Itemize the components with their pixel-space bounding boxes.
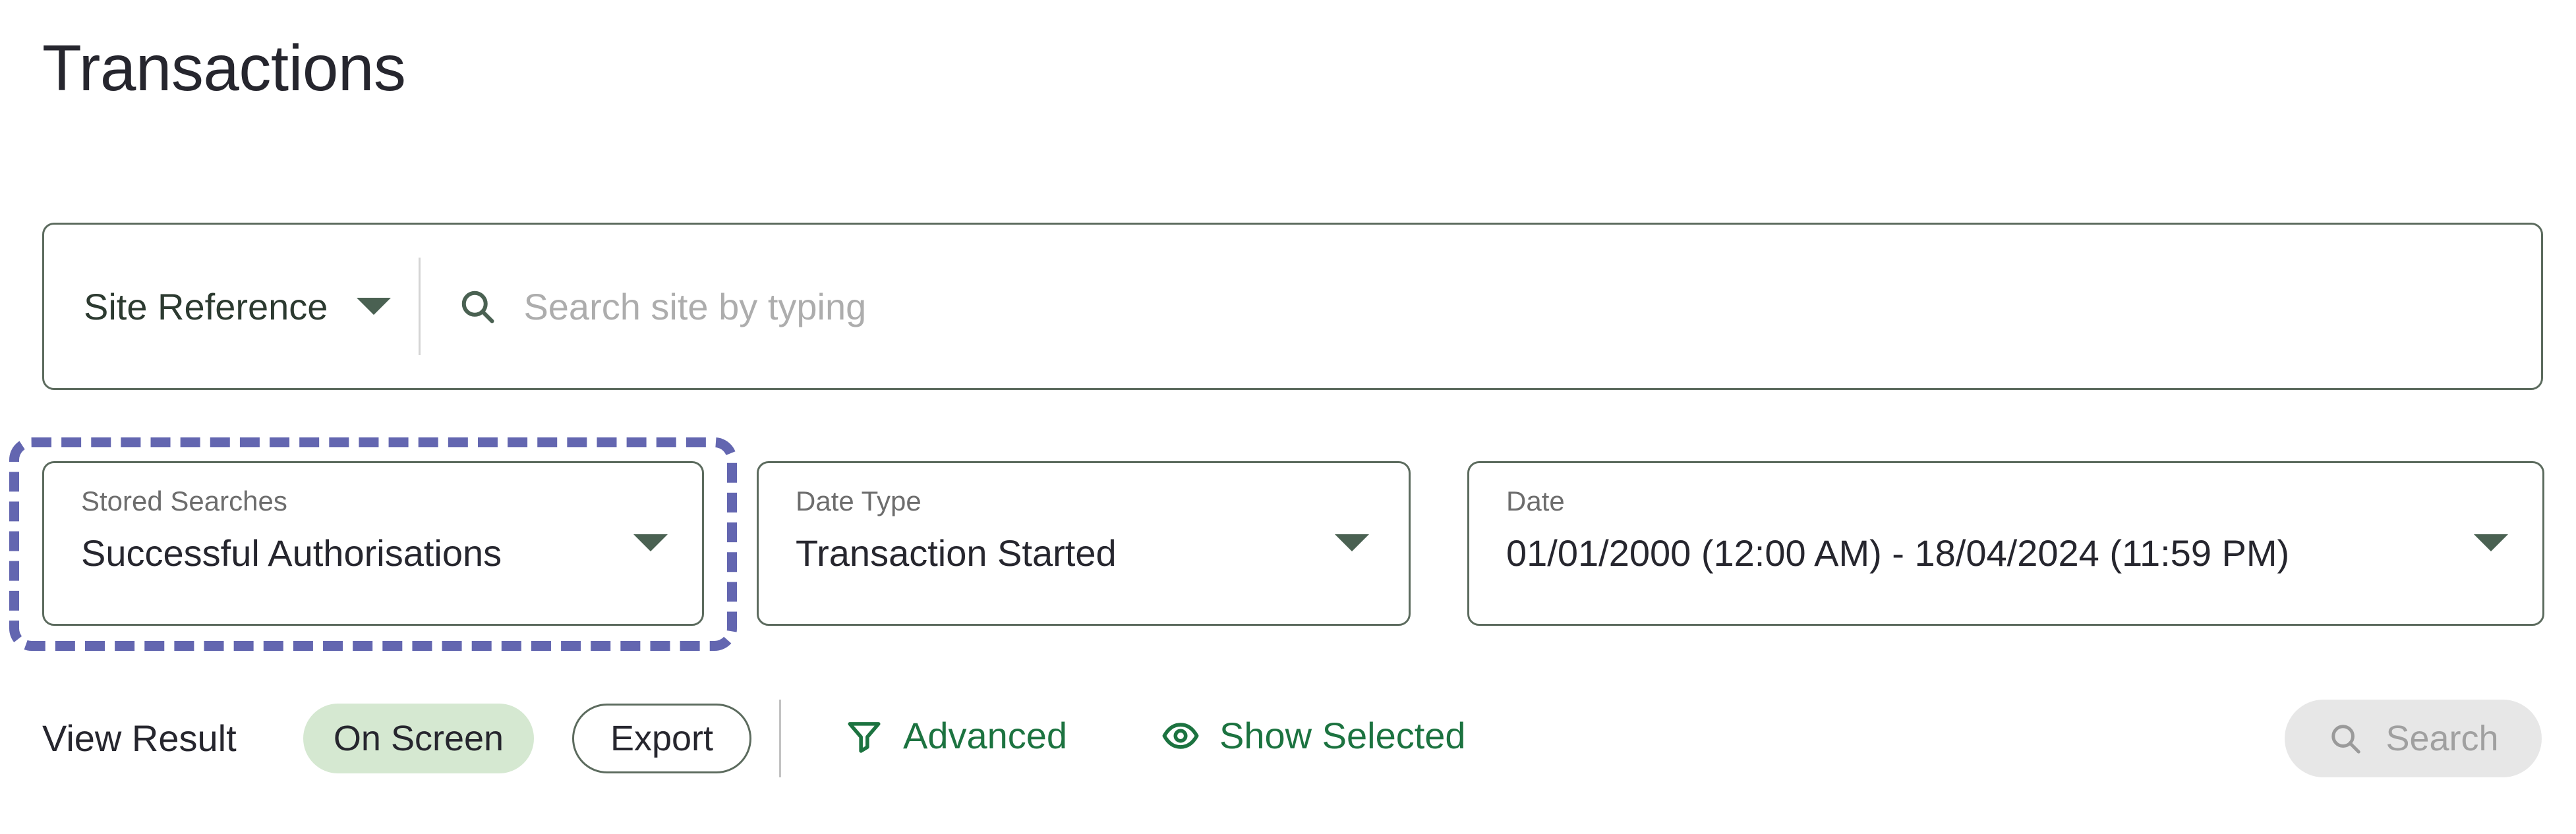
- eye-icon: [1161, 717, 1200, 755]
- stored-searches-field[interactable]: Stored Searches Successful Authorisation…: [42, 461, 704, 626]
- chevron-down-icon: [357, 298, 392, 315]
- page-title: Transactions: [42, 32, 406, 104]
- search-button[interactable]: Search: [2285, 700, 2542, 777]
- site-search-bar: Site Reference: [42, 223, 2543, 390]
- date-type-value: Transaction Started: [796, 532, 1117, 574]
- date-range-field[interactable]: Date 01/01/2000 (12:00 AM) - 18/04/2024 …: [1467, 461, 2544, 626]
- search-icon: [2327, 721, 2363, 756]
- on-screen-toggle[interactable]: On Screen: [303, 704, 534, 773]
- stored-searches-label: Stored Searches: [81, 486, 287, 516]
- site-search-input-group: [421, 225, 2541, 388]
- date-range-value: 01/01/2000 (12:00 AM) - 18/04/2024 (11:5…: [1506, 532, 2290, 574]
- filter-funnel-icon: [845, 717, 883, 755]
- chevron-down-icon: [633, 534, 668, 551]
- chevron-down-icon: [2474, 534, 2508, 551]
- advanced-button[interactable]: Advanced: [845, 714, 1067, 757]
- date-type-field[interactable]: Date Type Transaction Started: [757, 461, 1411, 626]
- advanced-label: Advanced: [903, 715, 1068, 756]
- search-icon: [457, 287, 497, 326]
- toolbar-divider: [779, 700, 781, 777]
- view-result-label: View Result: [42, 717, 237, 759]
- site-search-input[interactable]: [523, 285, 2541, 328]
- transactions-search-page: Transactions Site Reference Stored Searc…: [0, 0, 2576, 834]
- chevron-down-icon: [1335, 534, 1369, 551]
- results-toolbar: View Result On Screen Export Advanced Sh…: [0, 689, 2576, 821]
- date-type-label: Date Type: [796, 486, 922, 516]
- date-range-label: Date: [1506, 486, 1565, 516]
- filter-field-row: Stored Searches Successful Authorisation…: [0, 461, 2576, 626]
- export-button[interactable]: Export: [572, 704, 751, 773]
- show-selected-label: Show Selected: [1219, 715, 1466, 756]
- show-selected-button[interactable]: Show Selected: [1161, 714, 1466, 757]
- search-type-label: Site Reference: [84, 285, 328, 327]
- search-type-dropdown[interactable]: Site Reference: [44, 225, 419, 388]
- search-button-label: Search: [2386, 719, 2499, 758]
- stored-searches-value: Successful Authorisations: [81, 532, 502, 574]
